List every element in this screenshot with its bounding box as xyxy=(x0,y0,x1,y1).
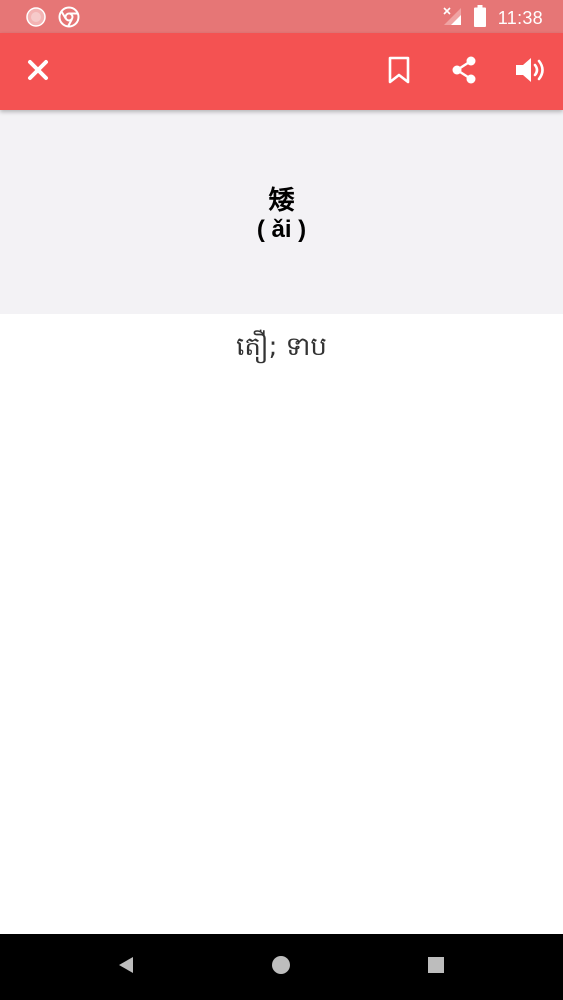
system-nav-bar xyxy=(0,934,563,1000)
app-bar xyxy=(0,33,563,110)
close-button[interactable] xyxy=(10,33,66,110)
nav-home-button[interactable] xyxy=(251,934,311,1000)
notification-dot-icon xyxy=(26,7,46,31)
chrome-icon xyxy=(58,6,80,32)
speaker-button[interactable] xyxy=(503,33,559,110)
volume-icon xyxy=(514,56,548,88)
bookmark-icon xyxy=(388,56,410,88)
status-time: 11:38 xyxy=(497,7,543,28)
recents-icon xyxy=(427,956,445,978)
word-translation: តឿ; ទាប xyxy=(236,332,327,362)
word-header: 矮 ( ǎi ) xyxy=(0,110,563,314)
battery-icon xyxy=(473,5,486,31)
home-icon xyxy=(271,955,291,979)
bookmark-button[interactable] xyxy=(371,33,427,110)
word-hanzi: 矮 xyxy=(268,186,295,216)
dictionary-detail-screen: 11:38 矮 (ǎi) តឿ; ទាប xyxy=(0,0,563,1000)
nav-recents-button[interactable] xyxy=(406,934,466,1000)
no-signal-icon xyxy=(442,6,462,30)
share-button[interactable] xyxy=(436,33,492,110)
nav-back-button[interactable] xyxy=(96,934,156,1000)
close-icon xyxy=(27,59,49,85)
back-icon xyxy=(116,955,136,979)
status-bar: 11:38 xyxy=(0,0,563,33)
share-icon xyxy=(451,56,477,88)
word-pinyin: ( ǎi ) xyxy=(256,216,307,243)
